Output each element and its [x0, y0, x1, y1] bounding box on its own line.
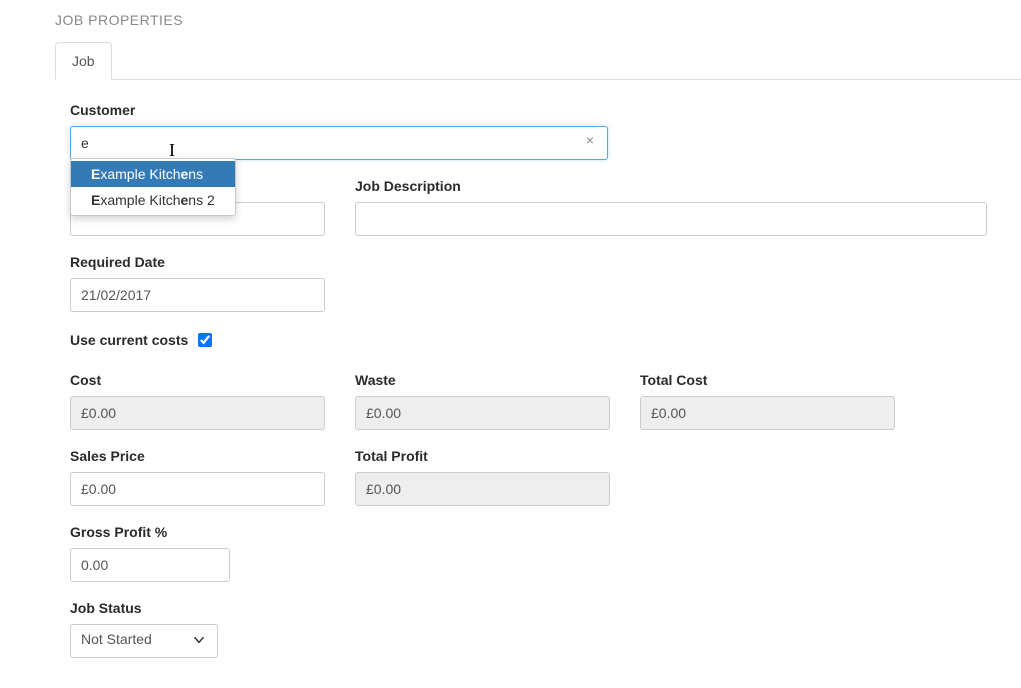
- cost-input: [70, 396, 325, 430]
- job-description-input[interactable]: [355, 202, 987, 236]
- clear-icon[interactable]: ×: [586, 133, 594, 147]
- gross-profit-pct-input[interactable]: [70, 548, 230, 582]
- use-current-costs-checkbox[interactable]: [198, 333, 212, 347]
- customer-autocomplete-dropdown: Example Kitchens Example Kitchens 2: [70, 158, 236, 216]
- customer-label: Customer: [70, 102, 608, 118]
- required-date-input[interactable]: [70, 278, 325, 312]
- job-status-label: Job Status: [70, 600, 218, 616]
- customer-input[interactable]: [70, 126, 608, 160]
- form-area: Customer × I Example Kitchens Example Ki…: [55, 80, 1021, 688]
- waste-label: Waste: [355, 372, 610, 388]
- total-profit-input: [355, 472, 610, 506]
- highlight: E: [91, 192, 100, 208]
- tab-job[interactable]: Job: [55, 42, 112, 80]
- highlight: E: [91, 166, 100, 182]
- use-current-costs-label[interactable]: Use current costs: [70, 330, 215, 350]
- total-profit-label: Total Profit: [355, 448, 610, 464]
- gross-profit-pct-label: Gross Profit %: [70, 524, 230, 540]
- tab-bar: Job: [55, 42, 1021, 80]
- required-date-label: Required Date: [70, 254, 325, 270]
- job-status-select[interactable]: Not Started: [70, 624, 218, 658]
- cost-label: Cost: [70, 372, 325, 388]
- sales-price-input[interactable]: [70, 472, 325, 506]
- autocomplete-option[interactable]: Example Kitchens 2: [71, 187, 235, 213]
- total-cost-label: Total Cost: [640, 372, 895, 388]
- page-title: JOB PROPERTIES: [55, 12, 1021, 28]
- sales-price-label: Sales Price: [70, 448, 325, 464]
- autocomplete-option[interactable]: Example Kitchens: [71, 161, 235, 187]
- waste-input: [355, 396, 610, 430]
- job-description-label: Job Description: [355, 178, 1006, 194]
- total-cost-input: [640, 396, 895, 430]
